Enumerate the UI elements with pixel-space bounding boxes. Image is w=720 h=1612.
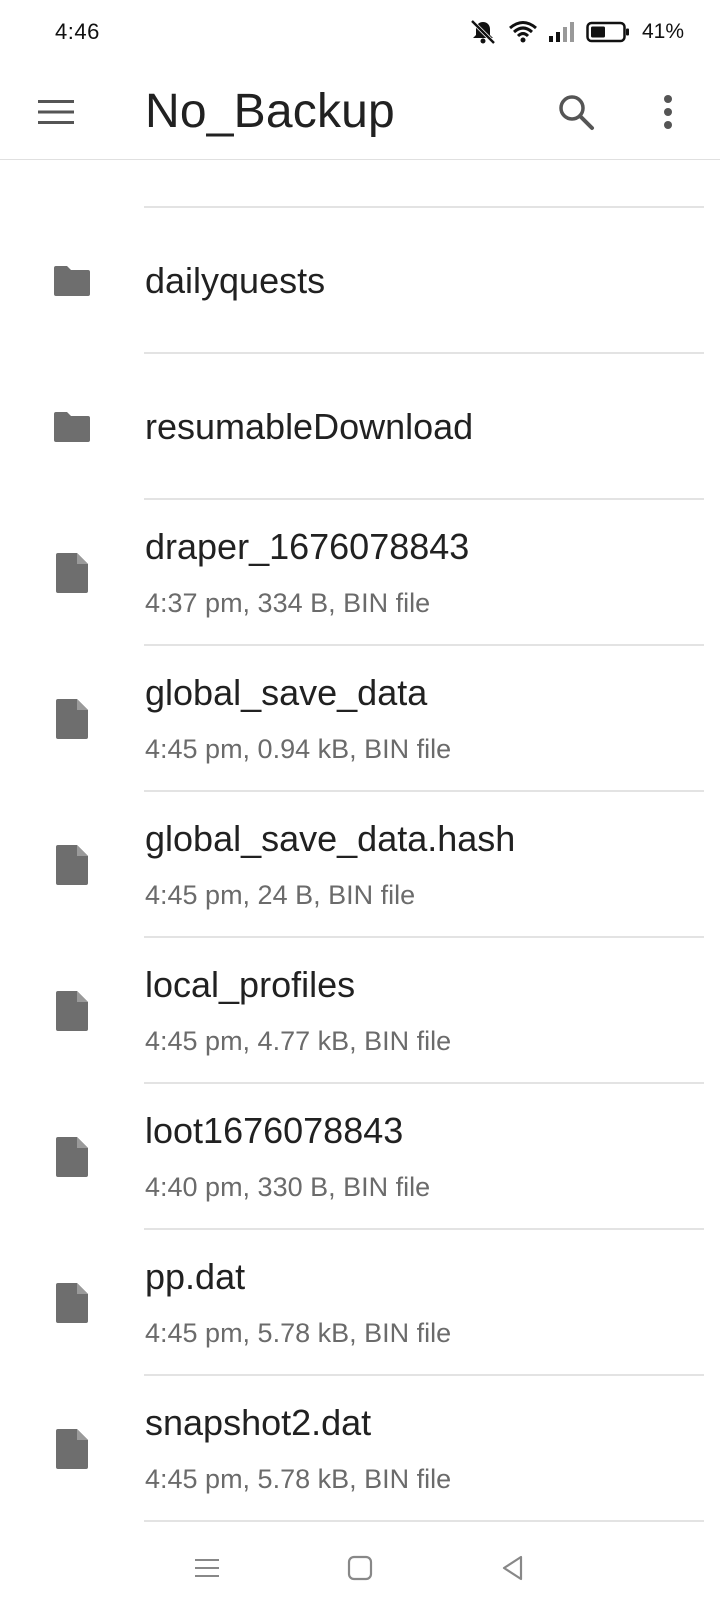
file-meta: 4:37 pm, 334 B, BIN file (145, 588, 431, 618)
wifi-icon (508, 20, 538, 44)
list-item-folder[interactable]: dailyquests (0, 208, 720, 354)
hamburger-menu-icon (38, 100, 74, 124)
file-name: draper_1676078843 (145, 526, 470, 567)
list-item-file[interactable]: local_profiles 4:45 pm, 4.77 kB, BIN fil… (0, 938, 720, 1084)
status-icons: 41% (468, 19, 684, 45)
more-vert-icon (664, 95, 672, 129)
file-name: global_save_data (145, 672, 428, 713)
back-button[interactable] (483, 1538, 543, 1598)
file-meta: 4:45 pm, 5.78 kB, BIN file (145, 1464, 452, 1494)
list-top-divider (144, 160, 704, 208)
list-item-folder[interactable]: resumableDownload (0, 354, 720, 500)
file-meta: 4:45 pm, 4.77 kB, BIN file (145, 1026, 452, 1056)
recents-icon (194, 1559, 219, 1577)
signal-icon (548, 21, 576, 43)
file-name: loot1676078843 (145, 1110, 404, 1151)
bell-muted-icon (468, 19, 498, 45)
battery-icon (586, 21, 630, 43)
home-button[interactable] (330, 1538, 390, 1598)
file-name: pp.dat (145, 1256, 246, 1297)
folder-icon (50, 259, 94, 303)
search-button[interactable] (550, 88, 602, 136)
system-nav-bar (0, 1524, 720, 1612)
list-item-file[interactable]: pp.dat 4:45 pm, 5.78 kB, BIN file (0, 1230, 720, 1376)
folder-name: dailyquests (145, 260, 326, 301)
file-icon (50, 1135, 94, 1179)
row-divider (144, 1520, 704, 1522)
file-icon (50, 551, 94, 595)
screen: 4:46 41% No_Backup dailyquests resumable… (0, 0, 720, 1612)
file-name: snapshot2.dat (145, 1402, 372, 1443)
list-item-file[interactable]: global_save_data.hash 4:45 pm, 24 B, BIN… (0, 792, 720, 938)
file-meta: 4:45 pm, 0.94 kB, BIN file (145, 734, 452, 764)
status-time: 4:46 (55, 19, 100, 44)
app-bar: No_Backup (0, 64, 720, 160)
folder-name: resumableDownload (145, 406, 474, 447)
file-icon (50, 1427, 94, 1471)
file-icon (50, 697, 94, 741)
page-title: No_Backup (145, 85, 395, 138)
back-triangle-icon (503, 1555, 523, 1581)
list-item-file[interactable]: draper_1676078843 4:37 pm, 334 B, BIN fi… (0, 500, 720, 646)
menu-button[interactable] (30, 88, 82, 136)
file-icon (50, 989, 94, 1033)
home-square-icon (347, 1555, 373, 1581)
status-bar: 4:46 41% (0, 0, 720, 64)
file-name: local_profiles (145, 964, 356, 1005)
list-item-file[interactable]: loot1676078843 4:40 pm, 330 B, BIN file (0, 1084, 720, 1230)
battery-percent: 41% (641, 20, 684, 43)
file-meta: 4:45 pm, 5.78 kB, BIN file (145, 1318, 452, 1348)
file-name: global_save_data.hash (145, 818, 516, 859)
file-icon (50, 843, 94, 887)
recent-apps-button[interactable] (177, 1538, 237, 1598)
list-item-file[interactable]: global_save_data 4:45 pm, 0.94 kB, BIN f… (0, 646, 720, 792)
search-icon (559, 95, 594, 130)
list-item-file[interactable]: snapshot2.dat 4:45 pm, 5.78 kB, BIN file (0, 1376, 720, 1522)
file-meta: 4:45 pm, 24 B, BIN file (145, 880, 416, 910)
file-icon (50, 1281, 94, 1325)
folder-icon (50, 405, 94, 449)
more-options-button[interactable] (642, 88, 694, 136)
file-list: dailyquests resumableDownload draper_167… (0, 160, 720, 1522)
file-meta: 4:40 pm, 330 B, BIN file (145, 1172, 431, 1202)
